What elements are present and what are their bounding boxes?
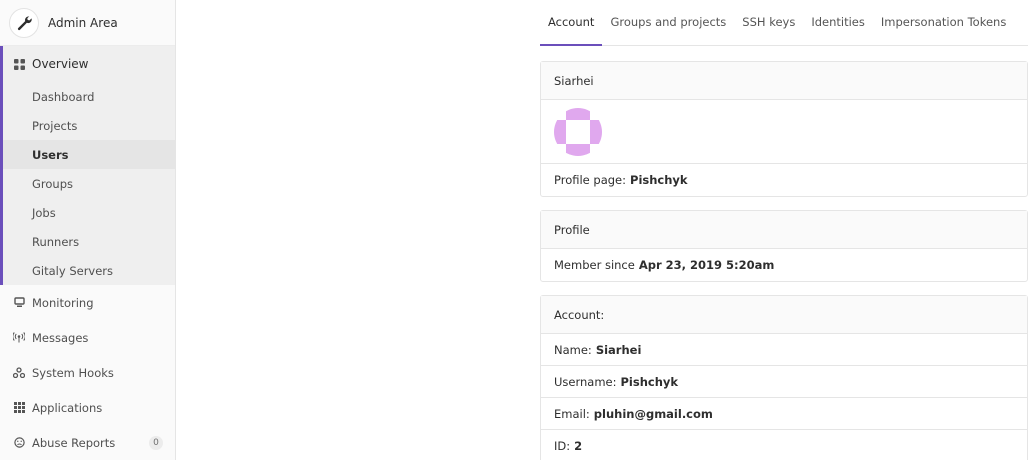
account-email-row: Email: pluhin@gmail.com: [541, 398, 1027, 430]
sidebar-item-abuse-reports[interactable]: Abuse Reports 0: [0, 425, 175, 460]
tab-identities[interactable]: Identities: [803, 0, 873, 45]
apps-grid-icon: [13, 402, 25, 414]
sidebar-item-label: System Hooks: [32, 365, 114, 380]
sidebar-item-gitaly-servers[interactable]: Gitaly Servers: [3, 256, 175, 285]
sidebar-item-projects[interactable]: Projects: [3, 111, 175, 140]
member-since-label: Member since: [554, 258, 635, 272]
user-card-title: Siarhei: [541, 62, 1027, 100]
profile-card-title: Profile: [541, 211, 1027, 249]
sidebar: Admin Area Overview Dashboard Projects U…: [0, 0, 176, 460]
sidebar-item-label: Monitoring: [32, 295, 94, 310]
hook-icon: [13, 367, 25, 379]
account-id-row: ID: 2: [541, 430, 1027, 460]
member-since-value: Apr 23, 2019 5:20am: [638, 258, 775, 272]
member-since-row: Member since Apr 23, 2019 5:20am: [541, 249, 1027, 281]
sidebar-item-label: Applications: [32, 400, 103, 415]
profile-page-row: Profile page: Pishchyk: [541, 164, 1027, 196]
sidebar-group-overview: Overview Dashboard Projects Users Groups…: [0, 46, 175, 285]
account-name-label: Name:: [554, 342, 592, 357]
account-id-label: ID:: [554, 439, 571, 453]
profile-page-label: Profile page:: [554, 173, 627, 187]
sidebar-item-label: Messages: [32, 330, 89, 345]
account-id-value: 2: [574, 439, 583, 453]
user-tabs: Account Groups and projects SSH keys Ide…: [540, 0, 1028, 46]
avatar-row: [541, 100, 1027, 164]
tab-ssh-keys[interactable]: SSH keys: [734, 0, 803, 45]
sidebar-item-monitoring[interactable]: Monitoring: [0, 285, 175, 320]
sidebar-item-system-hooks[interactable]: System Hooks: [0, 355, 175, 390]
sidebar-title: Admin Area: [48, 15, 118, 30]
account-username-label: Username:: [554, 374, 617, 389]
account-card: Account: Name: Siarhei Username: Pishchy…: [540, 295, 1028, 460]
sidebar-item-users[interactable]: Users: [3, 140, 175, 169]
sidebar-item-runners[interactable]: Runners: [3, 227, 175, 256]
profile-page-link[interactable]: Pishchyk: [630, 173, 688, 187]
account-name-value: Siarhei: [595, 342, 642, 357]
sidebar-header[interactable]: Admin Area: [0, 0, 175, 46]
tab-account[interactable]: Account: [540, 0, 603, 46]
abuse-icon: [13, 437, 25, 449]
user-identicon: [554, 107, 602, 156]
account-email-value[interactable]: pluhin@gmail.com: [594, 407, 713, 421]
broadcast-icon: [13, 332, 25, 344]
sidebar-item-label: Overview: [32, 57, 89, 71]
monitor-icon: [13, 297, 25, 309]
wrench-icon: [17, 15, 32, 30]
sidebar-item-applications[interactable]: Applications: [0, 390, 175, 425]
sidebar-item-overview[interactable]: Overview: [3, 46, 175, 82]
abuse-count-badge: 0: [149, 436, 163, 450]
tab-groups-and-projects[interactable]: Groups and projects: [602, 0, 734, 45]
user-card: Siarhei Profile page: Pishchyk: [540, 61, 1028, 197]
account-email-label: Email:: [554, 406, 590, 421]
sidebar-item-label: Abuse Reports: [32, 435, 116, 450]
overview-grid-icon: [13, 58, 25, 70]
sidebar-item-messages[interactable]: Messages: [0, 320, 175, 355]
tab-impersonation-tokens[interactable]: Impersonation Tokens: [873, 0, 1014, 45]
sidebar-item-groups[interactable]: Groups: [3, 169, 175, 198]
sidebar-item-jobs[interactable]: Jobs: [3, 198, 175, 227]
admin-avatar: [9, 7, 39, 38]
sidebar-item-dashboard[interactable]: Dashboard: [3, 82, 175, 111]
profile-card: Profile Member since Apr 23, 2019 5:20am: [540, 210, 1028, 282]
account-name-row: Name: Siarhei: [541, 334, 1027, 366]
account-username-row: Username: Pishchyk: [541, 366, 1027, 398]
account-card-title: Account:: [541, 296, 1027, 334]
account-username-value: Pishchyk: [620, 374, 679, 389]
